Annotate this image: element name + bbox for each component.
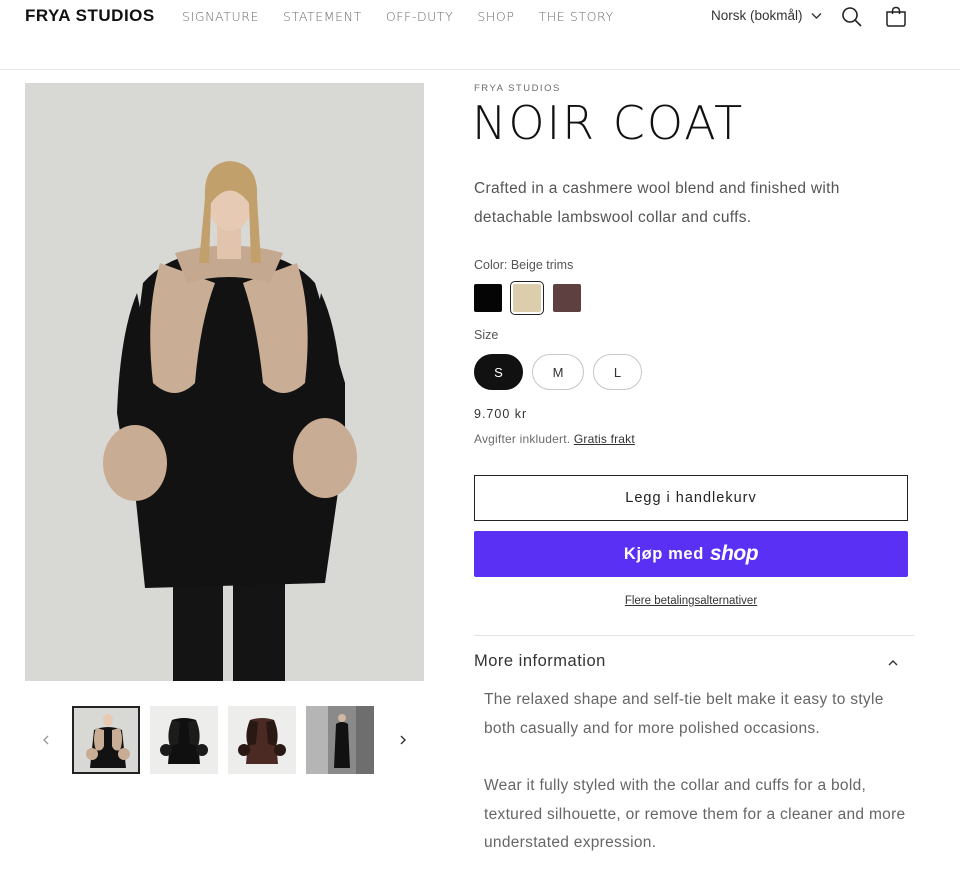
add-to-cart-button[interactable]: Legg i handlekurv	[474, 475, 908, 521]
product-description: Crafted in a cashmere wool blend and fin…	[474, 180, 840, 226]
color-swatch-brown[interactable]	[553, 284, 581, 312]
thumbnail-image	[306, 706, 374, 774]
thumbnail-image	[150, 706, 218, 774]
size-option-s[interactable]: S	[474, 354, 523, 390]
nav-item-signature[interactable]: SIGNATURE	[182, 9, 259, 24]
more-payment-options-link[interactable]: Flere betalingsalternativer	[474, 595, 908, 607]
cart-button[interactable]	[884, 5, 908, 29]
gallery-thumbnail-3[interactable]	[228, 706, 296, 774]
search-button[interactable]	[840, 5, 864, 29]
size-label: Size	[474, 328, 499, 342]
accordion-toggle-button[interactable]	[886, 656, 900, 670]
more-info-paragraph-1: The relaxed shape and self-tie belt make…	[484, 691, 884, 737]
tax-note: Avgifter inkludert. Gratis frakt	[474, 432, 635, 446]
site-header: FRYA STUDIOS SIGNATURE STATEMENT OFF-DUT…	[0, 0, 960, 70]
site-logo[interactable]: FRYA STUDIOS	[25, 6, 155, 26]
more-info-paragraph-2: Wear it fully styled with the collar and…	[484, 777, 906, 851]
thumbnail-image	[74, 708, 138, 772]
chevron-right-icon	[400, 735, 406, 745]
language-selector[interactable]: Norsk (bokmål)	[711, 8, 822, 23]
buy-with-shop-button[interactable]: Kjøp med shop	[474, 531, 908, 577]
product-price: 9.700 kr	[474, 407, 528, 421]
main-nav: SIGNATURE STATEMENT OFF-DUTY SHOP THE ST…	[182, 9, 638, 24]
cart-icon	[886, 6, 906, 27]
tax-text: Avgifter inkludert.	[474, 432, 571, 446]
shop-pay-logo: shop	[709, 542, 759, 565]
gallery-thumbnail-2[interactable]	[150, 706, 218, 774]
color-swatch-black[interactable]	[474, 284, 502, 312]
chevron-left-icon	[43, 735, 49, 745]
chevron-up-icon	[888, 660, 898, 666]
size-option-m[interactable]: M	[532, 354, 584, 390]
shipping-link[interactable]: Gratis frakt	[574, 432, 635, 446]
nav-item-statement[interactable]: STATEMENT	[283, 9, 362, 24]
buy-with-label: Kjøp med	[623, 544, 704, 563]
nav-item-off-duty[interactable]: OFF-DUTY	[386, 9, 454, 24]
product-vendor: FRYA STUDIOS	[474, 83, 561, 94]
color-label: Color: Beige trims	[474, 258, 574, 272]
nav-item-shop[interactable]: SHOP	[477, 9, 514, 24]
thumbnail-image	[228, 706, 296, 774]
gallery-thumbnail-4[interactable]	[306, 706, 374, 774]
nav-item-the-story[interactable]: THE STORY	[539, 9, 614, 24]
product-photo	[25, 83, 424, 681]
product-title: NOIR COAT	[472, 96, 745, 150]
chevron-down-icon	[811, 13, 822, 19]
size-option-l[interactable]: L	[593, 354, 642, 390]
color-swatch-beige[interactable]	[510, 281, 544, 315]
gallery-prev-button[interactable]	[38, 730, 54, 750]
gallery-thumbnail-1[interactable]	[72, 706, 140, 774]
product-main-image[interactable]	[25, 83, 424, 681]
more-information-toggle[interactable]: More information	[474, 652, 606, 671]
search-icon	[842, 7, 862, 27]
gallery-next-button[interactable]	[395, 730, 411, 750]
section-divider	[474, 635, 914, 636]
language-label: Norsk (bokmål)	[711, 8, 803, 23]
